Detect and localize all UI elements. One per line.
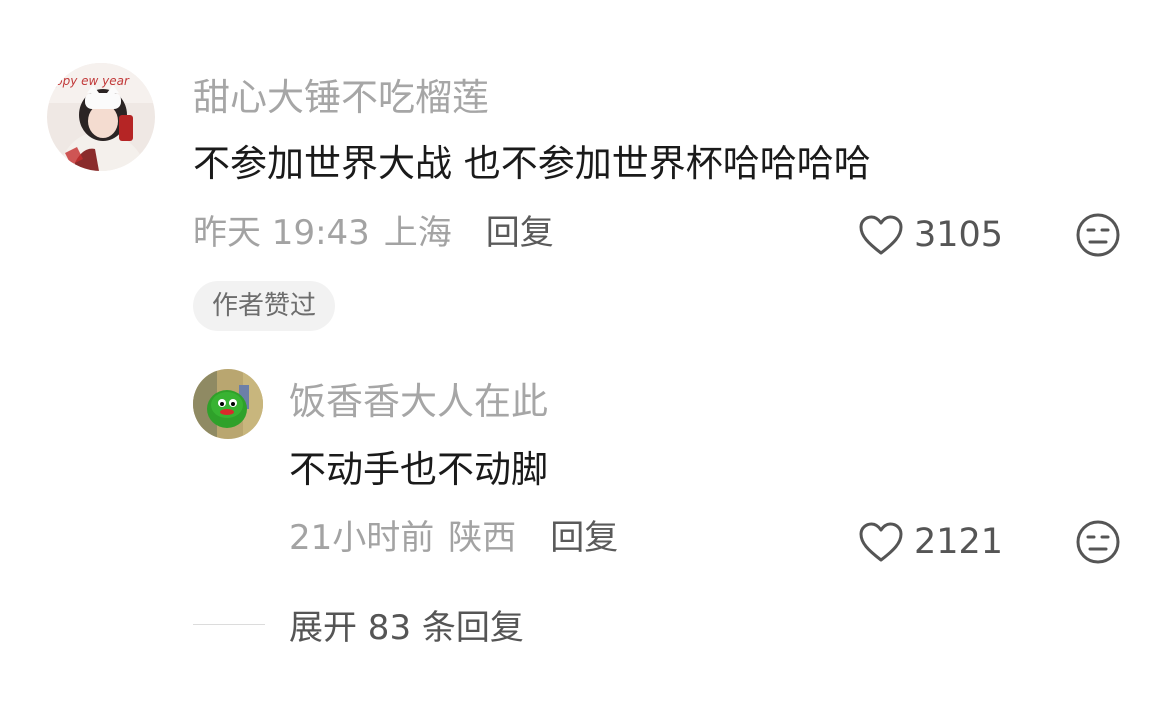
comment-text: 不动手也不动脚 [289, 448, 548, 491]
dislike-face-icon [1076, 213, 1120, 257]
comment-text: 不参加世界大战 也不参加世界杯哈哈哈哈 [193, 142, 871, 185]
avatar[interactable]: ppy ew year [47, 63, 155, 171]
heart-icon [859, 215, 903, 255]
dislike-button[interactable] [1075, 519, 1121, 565]
comment-time: 昨天 19:43 [193, 213, 370, 253]
like-button[interactable]: 3105 [858, 214, 1003, 256]
author-liked-badge: 作者赞过 [193, 281, 336, 331]
comment-location: 上海 [383, 213, 452, 253]
comment-username[interactable]: 甜心大锤不吃榴莲 [193, 79, 489, 116]
comment-meta: 21小时前 陕西 回复 [289, 521, 618, 555]
comment-time: 21小时前 [289, 518, 435, 558]
comment-location: 陕西 [448, 518, 517, 558]
reply-button[interactable]: 回复 [486, 216, 554, 250]
comment-username[interactable]: 饭香香大人在此 [289, 383, 548, 420]
reply-button[interactable]: 回复 [550, 521, 618, 555]
dislike-button[interactable] [1075, 212, 1121, 258]
dislike-face-icon [1076, 520, 1120, 564]
like-count: 3105 [914, 214, 1004, 255]
like-button[interactable]: 2121 [858, 521, 1003, 563]
expand-replies-label: 展开 83 条回复 [289, 608, 524, 648]
avatar[interactable] [193, 369, 263, 439]
comment-meta: 昨天 19:43 上海 回复 [193, 216, 554, 250]
like-count: 2121 [914, 521, 1004, 562]
divider [193, 624, 265, 625]
avatar-text: ppy ew year [54, 74, 130, 88]
expand-replies-button[interactable]: 展开 83 条回复 [193, 600, 524, 649]
heart-icon [859, 522, 903, 562]
